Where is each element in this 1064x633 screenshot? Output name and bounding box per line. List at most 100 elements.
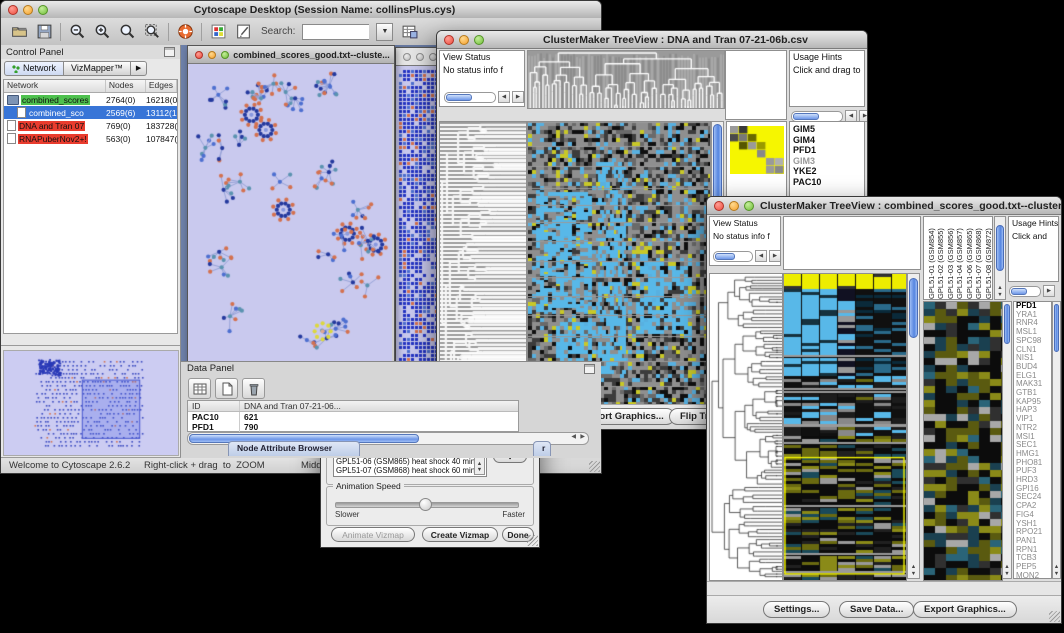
scroll-thumb[interactable] <box>996 225 1004 271</box>
scroll-thumb[interactable] <box>909 278 918 338</box>
annotation-icon[interactable] <box>234 23 252 41</box>
scroll-thumb[interactable] <box>793 113 819 120</box>
import-table-icon[interactable] <box>400 23 418 41</box>
scroll-thumb[interactable] <box>1004 304 1010 344</box>
gene-label[interactable]: GIM5 <box>790 124 864 135</box>
vizmapper-icon[interactable] <box>209 23 227 41</box>
scroll-down-arrow[interactable]: ▼ <box>475 467 484 473</box>
row-dendrogram[interactable] <box>709 273 783 581</box>
scroll-down-arrow[interactable]: ▼ <box>1053 571 1060 577</box>
gene-label[interactable]: GIM3 <box>790 156 864 167</box>
zoom-heatmap[interactable] <box>730 126 784 174</box>
gene-list-vscrollbar[interactable]: ▲ ▼ <box>1052 301 1061 579</box>
scroll-up-arrow[interactable]: ▲ <box>1003 564 1011 570</box>
attribute-table-header[interactable]: ID DNA and Tran 07-21-06... <box>188 401 518 412</box>
window-titlebar[interactable]: ClusterMaker TreeView : DNA and Tran 07-… <box>437 31 867 49</box>
close-button[interactable] <box>444 35 454 45</box>
search-input[interactable] <box>302 24 369 40</box>
minimize-button[interactable] <box>459 35 469 45</box>
gene-label[interactable]: PFD1 <box>790 145 864 156</box>
gene-label[interactable]: MON2 <box>1014 572 1051 579</box>
network-window-titlebar[interactable]: combined_scores_good.txt--cluste... <box>188 46 394 64</box>
scroll-down-arrow[interactable]: ▼ <box>1003 571 1011 577</box>
zoom-fit-icon[interactable] <box>118 23 136 41</box>
gene-label[interactable]: YKE2 <box>790 166 864 177</box>
minimize-button[interactable] <box>208 51 216 59</box>
window-titlebar[interactable]: Cytoscape Desktop (Session Name: collins… <box>1 1 601 19</box>
export-graphics-button[interactable]: Export Graphics... <box>913 601 1017 618</box>
float-panel-icon[interactable] <box>584 364 595 374</box>
scroll-left-arrow[interactable]: ◀ <box>498 91 510 103</box>
attribute-item[interactable]: GPL51-07 (GSM868) heat shock 60 min <box>334 467 486 476</box>
scroll-right-arrow[interactable]: ▶ <box>769 250 781 262</box>
new-attribute-icon[interactable] <box>215 378 238 399</box>
zoom-selected-icon[interactable] <box>143 23 161 41</box>
network-table-header[interactable]: Network Nodes Edges <box>4 80 177 93</box>
network-row[interactable]: DNA and Tran 07 769(0) 183728(0) <box>4 119 177 132</box>
minimize-button[interactable] <box>416 53 424 61</box>
speed-slider-thumb[interactable] <box>419 498 432 511</box>
zoom-button[interactable] <box>38 5 48 15</box>
tab-vizmapper[interactable]: VizMapper™ <box>64 61 131 76</box>
scroll-left-arrow[interactable]: ◀ <box>755 250 767 262</box>
scroll-down-arrow[interactable]: ▼ <box>995 292 1005 298</box>
attribute-row[interactable]: PFD1790 <box>188 422 518 432</box>
column-label[interactable]: GPL51-01 (GSM854) <box>927 217 935 299</box>
resize-grip[interactable] <box>589 461 600 472</box>
zoom-button[interactable] <box>474 35 484 45</box>
column-label[interactable]: GPL51-04 (GSM857) <box>955 217 963 299</box>
gene-label[interactable]: PAC10 <box>790 177 864 188</box>
zoom-in-icon[interactable] <box>93 23 111 41</box>
scroll-thumb[interactable] <box>1011 288 1027 295</box>
scroll-thumb[interactable] <box>715 253 735 260</box>
select-attributes-icon[interactable] <box>188 378 211 399</box>
tab-edge-attribute-browser-clipped[interactable]: r <box>533 441 551 456</box>
close-button[interactable] <box>195 51 203 59</box>
scroll-down-arrow[interactable]: ▼ <box>908 571 919 577</box>
create-vizmap-button[interactable]: Create Vizmap <box>422 527 498 542</box>
zoom-button[interactable] <box>221 51 229 59</box>
network-canvas[interactable] <box>188 64 392 361</box>
network-row[interactable]: RNAPuberNov2+! 563(0) 107847(0) <box>4 132 177 145</box>
animate-vizmap-button[interactable]: Animate Vizmap <box>331 527 415 542</box>
minimize-button[interactable] <box>729 201 739 211</box>
resize-grip[interactable] <box>527 535 538 546</box>
heatmap-vscrollbar[interactable]: ▲ ▼ <box>907 273 920 579</box>
open-session-icon[interactable] <box>10 23 28 41</box>
scroll-up-arrow[interactable]: ▲ <box>908 564 919 570</box>
column-label[interactable]: GPL51-07 (GSM868) <box>974 217 982 299</box>
gene-label[interactable]: GIM4 <box>790 135 864 146</box>
scroll-thumb[interactable] <box>446 94 472 101</box>
network-row[interactable]: combined_sco 2569(6) 13112(15) <box>4 106 177 119</box>
column-label[interactable]: GPL51-03 (GSM856) <box>946 217 954 299</box>
float-panel-icon[interactable] <box>164 47 175 57</box>
scroll-track[interactable] <box>1009 286 1041 297</box>
column-label[interactable]: GPL51-02 (GSM855) <box>936 217 944 299</box>
scroll-up-arrow[interactable]: ▲ <box>995 285 1005 291</box>
window-titlebar[interactable]: ClusterMaker TreeView : combined_scores_… <box>707 197 1061 215</box>
scroll-right-arrow[interactable]: ▶ <box>1043 285 1055 297</box>
delete-attribute-icon[interactable] <box>242 378 265 399</box>
help-lifering-icon[interactable] <box>176 23 194 41</box>
column-label[interactable]: GPL51-08 (GSM872) <box>984 217 992 299</box>
birdseye-canvas[interactable] <box>3 350 179 456</box>
attribute-row[interactable]: PAC10621 <box>188 412 518 422</box>
search-dropdown-button[interactable]: ▼ <box>376 23 393 41</box>
zoom-button[interactable] <box>744 201 754 211</box>
close-button[interactable] <box>8 5 18 15</box>
close-button[interactable] <box>403 53 411 61</box>
scroll-right-arrow[interactable]: ▶ <box>512 91 524 103</box>
save-data-button[interactable]: Save Data... <box>839 601 914 618</box>
scroll-thumb[interactable] <box>1054 304 1059 352</box>
zoom-out-icon[interactable] <box>68 23 86 41</box>
network-row[interactable]: combined_scores 2764(0) 16218(0) <box>4 93 177 106</box>
scroll-track[interactable] <box>791 111 843 122</box>
scroll-track[interactable] <box>444 92 496 103</box>
column-labels-vscrollbar[interactable]: ▲ ▼ <box>994 216 1006 300</box>
minimize-button[interactable] <box>23 5 33 15</box>
column-dendrogram[interactable] <box>527 50 725 109</box>
h-scrollbar[interactable]: ◀ ▶ <box>713 250 781 262</box>
scroll-track[interactable] <box>713 251 753 262</box>
zoom-heatmap[interactable] <box>923 301 1003 581</box>
tab-network[interactable]: Network <box>4 61 64 76</box>
